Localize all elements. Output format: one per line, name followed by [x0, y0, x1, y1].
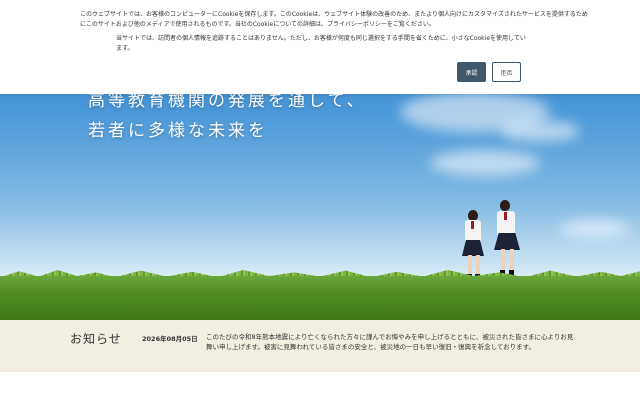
cloud	[500, 120, 580, 142]
cookie-reject-button[interactable]: 拒否	[492, 62, 521, 82]
news-heading: お知らせ	[70, 332, 122, 346]
cookie-accept-button[interactable]: 承認	[457, 62, 486, 82]
news-item-link[interactable]: このたびの令和8年熊本地震により亡くなられた方々に謹んでお悔やみを申し上げるとと…	[206, 332, 576, 352]
cloud	[560, 220, 630, 238]
hero-headline-line2: 若者に多様な未来を	[88, 121, 268, 141]
cookie-consent-banner: このウェブサイトでは、お客様のコンピューターにCookieを保存します。このCo…	[0, 0, 640, 94]
cookie-privacy-text: 当サイトでは、訪問者の個人情報を追跡することはありません。ただし、お客様が何度も…	[116, 35, 526, 52]
grass-field	[0, 276, 640, 320]
cloud	[430, 150, 540, 176]
news-date: 2026年08月05日	[142, 335, 198, 343]
cookie-notice-text: このウェブサイトでは、お客様のコンピューターにCookieを保存します。このCo…	[80, 11, 588, 28]
